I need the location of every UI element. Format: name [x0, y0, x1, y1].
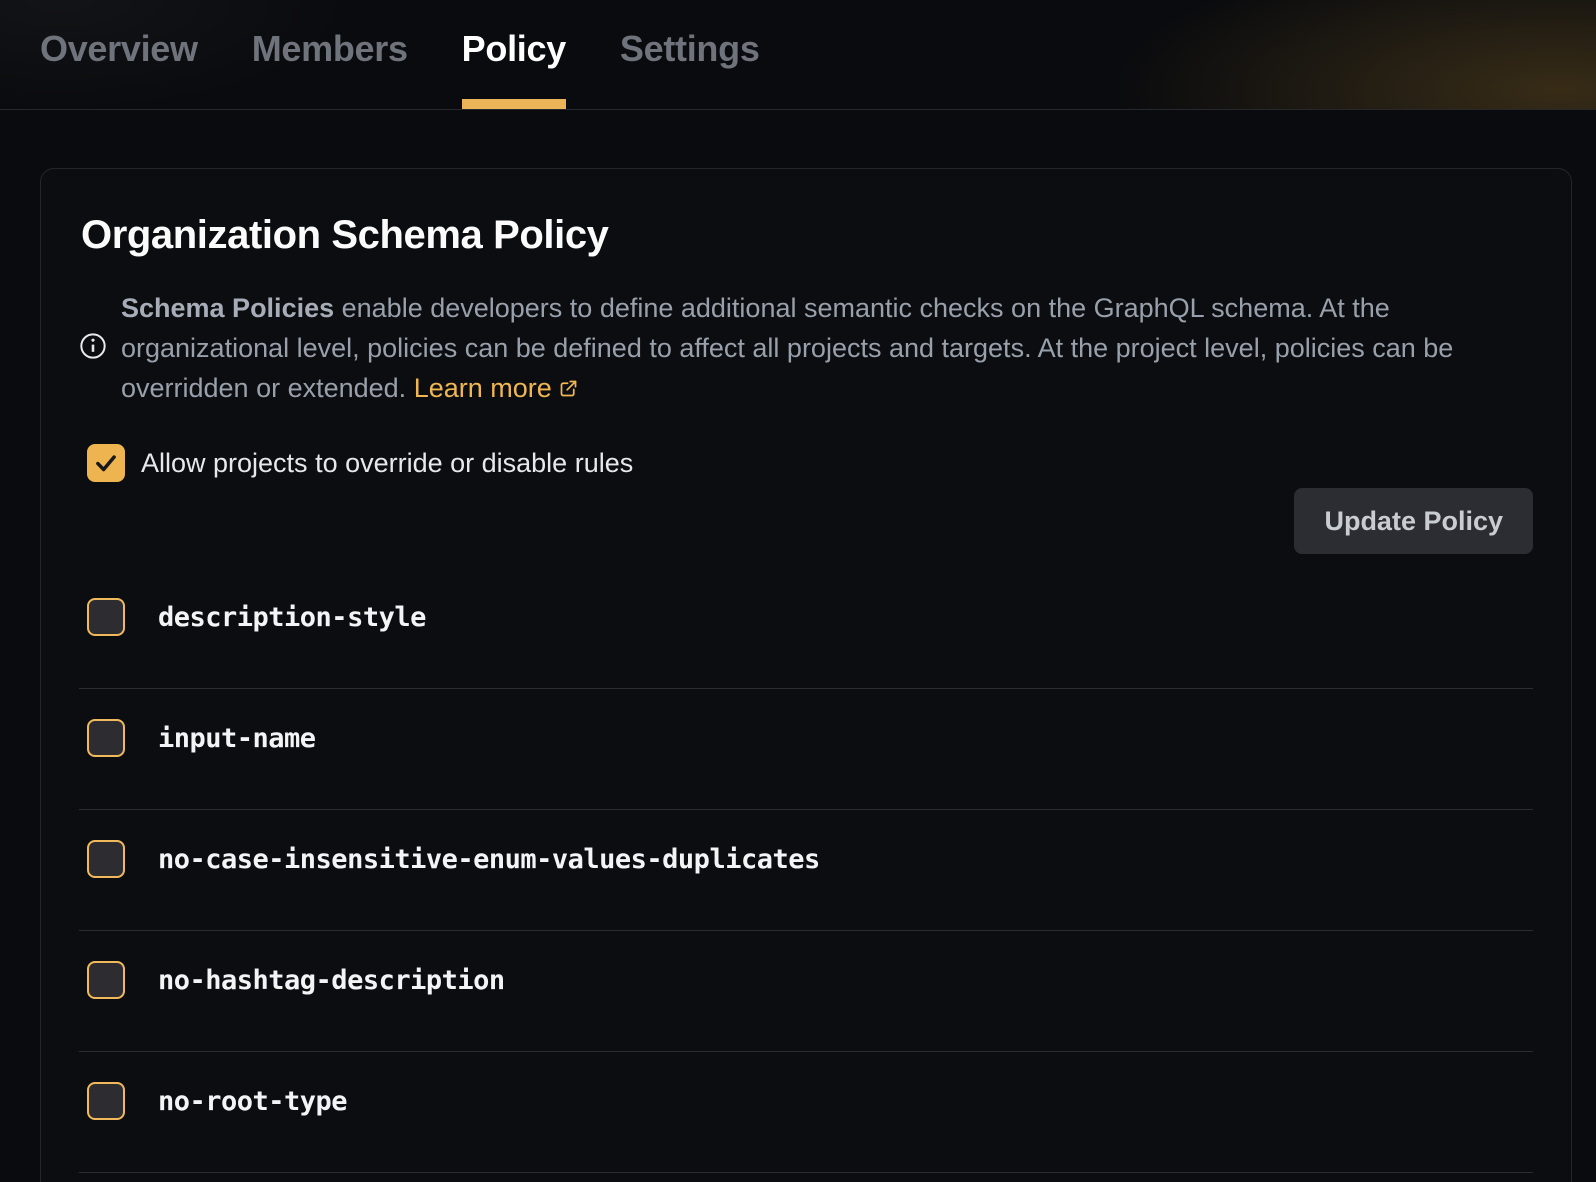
rule-row-no-root-type: no-root-type [79, 1052, 1533, 1173]
check-icon [93, 450, 119, 476]
rule-checkbox[interactable] [87, 840, 125, 878]
rules-list: description-style input-name no-case-ins… [79, 568, 1533, 1173]
actions-row: Update Policy [79, 488, 1533, 554]
page-content: Organization Schema Policy Schema Polici… [0, 168, 1596, 1182]
rule-name: description-style [158, 602, 426, 633]
rule-checkbox[interactable] [87, 719, 125, 757]
rule-row-no-case-insensitive-enum-values-duplicates: no-case-insensitive-enum-values-duplicat… [79, 810, 1533, 931]
allow-override-label: Allow projects to override or disable ru… [141, 448, 633, 479]
policy-description-callout: Schema Policies enable developers to def… [79, 288, 1533, 408]
rule-name: no-case-insensitive-enum-values-duplicat… [158, 844, 820, 875]
rule-checkbox[interactable] [87, 598, 125, 636]
tab-members[interactable]: Members [252, 0, 408, 109]
tab-bar: Overview Members Policy Settings [0, 0, 1596, 110]
rule-checkbox[interactable] [87, 1082, 125, 1120]
rule-row-description-style: description-style [79, 568, 1533, 689]
tab-settings[interactable]: Settings [620, 0, 760, 109]
learn-more-link[interactable]: Learn more [414, 373, 579, 403]
info-icon [79, 332, 107, 365]
rule-row-input-name: input-name [79, 689, 1533, 810]
policy-description-lead: Schema Policies [121, 293, 334, 323]
tab-policy[interactable]: Policy [462, 0, 566, 109]
external-link-icon [558, 378, 579, 399]
rule-name: input-name [158, 723, 316, 754]
update-policy-button[interactable]: Update Policy [1294, 488, 1533, 554]
page-title: Organization Schema Policy [81, 213, 1533, 258]
rule-checkbox[interactable] [87, 961, 125, 999]
allow-override-checkbox[interactable] [87, 444, 125, 482]
policy-card: Organization Schema Policy Schema Polici… [40, 168, 1572, 1182]
rule-name: no-hashtag-description [158, 965, 505, 996]
rule-name: no-root-type [158, 1086, 347, 1117]
allow-override-row[interactable]: Allow projects to override or disable ru… [87, 444, 1533, 482]
policy-description: Schema Policies enable developers to def… [121, 288, 1533, 408]
tab-overview[interactable]: Overview [40, 0, 198, 109]
rule-row-no-hashtag-description: no-hashtag-description [79, 931, 1533, 1052]
